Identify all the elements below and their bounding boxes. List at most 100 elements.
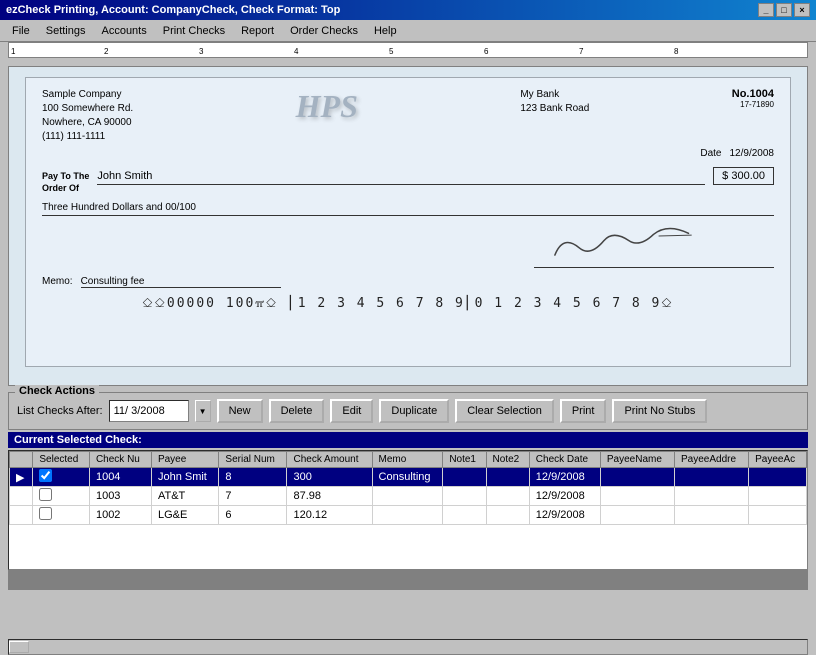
row-payee: LG&E xyxy=(151,506,218,525)
check-actions-panel: Check Actions List Checks After: ▼ New D… xyxy=(8,392,808,430)
col-note2: Note2 xyxy=(486,452,529,468)
main-content: 1 2 3 4 5 6 7 8 Sample Company 100 Somew… xyxy=(0,42,816,655)
menu-accounts[interactable]: Accounts xyxy=(93,23,154,39)
row-arrow: ▶ xyxy=(10,468,33,487)
clear-selection-button[interactable]: Clear Selection xyxy=(455,399,554,423)
row-checkbox[interactable] xyxy=(33,487,90,506)
current-check-label: Current Selected Check: xyxy=(8,432,808,448)
row-note2 xyxy=(486,468,529,487)
pay-to-line: Pay To TheOrder Of John Smith $ 300.00 xyxy=(42,167,774,194)
row-amount: 300 xyxy=(287,468,372,487)
row-date: 12/9/2008 xyxy=(529,506,600,525)
row-serial: 8 xyxy=(219,468,287,487)
row-checkbox[interactable] xyxy=(33,468,90,487)
menu-file[interactable]: File xyxy=(4,23,38,39)
row-note2 xyxy=(486,487,529,506)
pay-to-label: Pay To TheOrder Of xyxy=(42,171,89,194)
row-note1 xyxy=(443,468,486,487)
print-no-stubs-button[interactable]: Print No Stubs xyxy=(612,399,707,423)
table-row[interactable]: ▶ 1004 John Smit 8 300 Consulting 12/9/2… xyxy=(10,468,807,487)
col-note1: Note1 xyxy=(443,452,486,468)
micr-line: ⎐⎐00000 100ℼ⎐ ⎢1 2 3 4 5 6 7 8 9⎢0 1 2 3… xyxy=(42,296,774,311)
row-payee-addr xyxy=(675,506,749,525)
check-number-area: No.1004 17-71890 xyxy=(732,88,774,109)
row-note1 xyxy=(443,487,486,506)
print-button[interactable]: Print xyxy=(560,399,607,423)
col-selected: Selected xyxy=(33,452,90,468)
maximize-button[interactable]: □ xyxy=(776,3,792,17)
date-filter-input[interactable] xyxy=(109,400,189,422)
title-bar-buttons: _ □ × xyxy=(758,3,810,17)
table-row[interactable]: 1002 LG&E 6 120.12 12/9/2008 xyxy=(10,506,807,525)
edit-button[interactable]: Edit xyxy=(330,399,373,423)
row-checkbox[interactable] xyxy=(33,506,90,525)
check-table: Selected Check Nu Payee Serial Num Check… xyxy=(9,451,807,525)
company-address1: 100 Somewhere Rd. xyxy=(42,102,133,116)
date-label: Date xyxy=(700,148,721,159)
memo-value: Consulting fee xyxy=(81,276,281,288)
table-header-row: Selected Check Nu Payee Serial Num Check… xyxy=(10,452,807,468)
check-amount: 300.00 xyxy=(731,170,765,182)
delete-button[interactable]: Delete xyxy=(269,399,325,423)
memo-label: Memo: xyxy=(42,276,73,287)
row-check-num: 1002 xyxy=(89,506,151,525)
menu-report[interactable]: Report xyxy=(233,23,282,39)
col-serial: Serial Num xyxy=(219,452,287,468)
signature-line xyxy=(534,228,774,268)
table-row[interactable]: 1003 AT&T 7 87.98 12/9/2008 xyxy=(10,487,807,506)
col-memo: Memo xyxy=(372,452,443,468)
check-date: 12/9/2008 xyxy=(730,148,775,159)
row-payee-addr xyxy=(675,487,749,506)
ruler-container: 1 2 3 4 5 6 7 8 xyxy=(8,42,808,62)
row-payee: AT&T xyxy=(151,487,218,506)
row-payee-ac xyxy=(749,506,807,525)
gray-fill-area xyxy=(8,570,808,590)
menu-print-checks[interactable]: Print Checks xyxy=(155,23,233,39)
row-serial: 7 xyxy=(219,487,287,506)
date-line: Date 12/9/2008 xyxy=(42,148,774,159)
row-payee-ac xyxy=(749,487,807,506)
duplicate-button[interactable]: Duplicate xyxy=(379,399,449,423)
new-button[interactable]: New xyxy=(217,399,263,423)
bank-address: 123 Bank Road xyxy=(520,102,589,116)
check-number: No.1004 xyxy=(732,88,774,100)
scrollbar-thumb[interactable] xyxy=(9,641,29,653)
row-memo: Consulting xyxy=(372,468,443,487)
close-button[interactable]: × xyxy=(794,3,810,17)
col-payee-ac: PayeeAc xyxy=(749,452,807,468)
row-note1 xyxy=(443,506,486,525)
row-payee-ac xyxy=(749,468,807,487)
minimize-button[interactable]: _ xyxy=(758,3,774,17)
company-info: Sample Company 100 Somewhere Rd. Nowhere… xyxy=(42,88,133,144)
row-serial: 6 xyxy=(219,506,287,525)
signature-area xyxy=(42,228,774,268)
table-section: Current Selected Check: Selected Check N… xyxy=(8,432,808,635)
company-address2: Nowhere, CA 90000 xyxy=(42,116,133,130)
payee-name: John Smith xyxy=(97,170,705,185)
row-date: 12/9/2008 xyxy=(529,487,600,506)
menu-settings[interactable]: Settings xyxy=(38,23,94,39)
routing-number: 17-71890 xyxy=(732,100,774,109)
row-note2 xyxy=(486,506,529,525)
check-paper: Sample Company 100 Somewhere Rd. Nowhere… xyxy=(25,77,791,367)
row-amount: 120.12 xyxy=(287,506,372,525)
actions-row: List Checks After: ▼ New Delete Edit Dup… xyxy=(17,399,799,423)
check-amount-box: $ 300.00 xyxy=(713,167,774,185)
row-amount: 87.98 xyxy=(287,487,372,506)
date-dropdown-button[interactable]: ▼ xyxy=(195,400,211,422)
row-memo xyxy=(372,506,443,525)
panel-title: Check Actions xyxy=(15,385,99,397)
menu-order-checks[interactable]: Order Checks xyxy=(282,23,366,39)
menu-help[interactable]: Help xyxy=(366,23,405,39)
check-table-container[interactable]: Selected Check Nu Payee Serial Num Check… xyxy=(8,450,808,570)
col-payee-name: PayeeName xyxy=(600,452,674,468)
row-arrow xyxy=(10,487,33,506)
hps-logo: HPS xyxy=(296,88,358,125)
horizontal-scrollbar[interactable] xyxy=(8,639,808,655)
title-text: ezCheck Printing, Account: CompanyCheck,… xyxy=(6,4,340,16)
col-date: Check Date xyxy=(529,452,600,468)
row-payee-name xyxy=(600,506,674,525)
col-payee: Payee xyxy=(151,452,218,468)
amount-symbol: $ xyxy=(722,170,728,182)
title-bar: ezCheck Printing, Account: CompanyCheck,… xyxy=(0,0,816,20)
